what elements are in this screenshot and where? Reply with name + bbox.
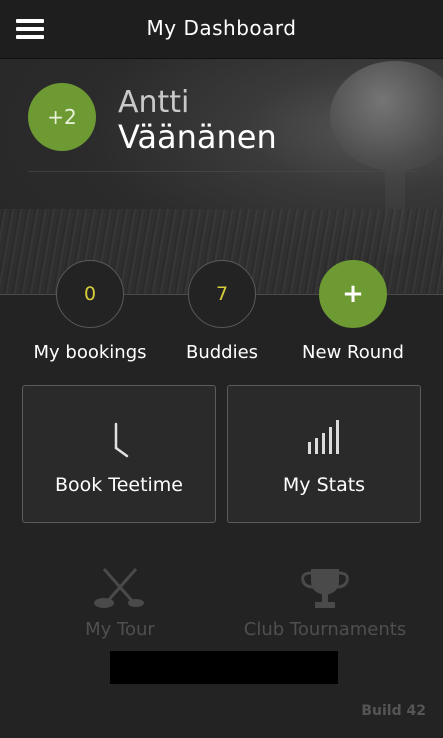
- book-teetime-tile[interactable]: Book Teetime: [22, 385, 216, 523]
- user-last-name: Väänänen: [118, 118, 277, 156]
- my-stats-tile[interactable]: My Stats: [227, 385, 421, 523]
- trophy-icon: [228, 565, 422, 615]
- my-stats-label: My Stats: [282, 474, 366, 496]
- buddies-button[interactable]: 7 Buddies: [157, 260, 287, 363]
- book-teetime-label: Book Teetime: [54, 474, 183, 496]
- my-bookings-label: My bookings: [33, 342, 147, 363]
- buddies-label: Buddies: [185, 342, 259, 363]
- handicap-badge[interactable]: +2: [28, 83, 96, 151]
- my-tour-button[interactable]: My Tour: [60, 565, 180, 640]
- bar-chart-icon: [228, 418, 420, 458]
- divider: [28, 171, 418, 172]
- clock-icon: [23, 418, 215, 458]
- golf-ball-background: [330, 61, 443, 171]
- club-tournaments-button[interactable]: Club Tournaments: [228, 565, 422, 640]
- build-number: Build 42: [361, 703, 426, 719]
- new-round-button[interactable]: + New Round: [288, 260, 418, 363]
- my-tour-label: My Tour: [85, 619, 155, 640]
- my-bookings-button[interactable]: 0 My bookings: [25, 260, 155, 363]
- user-first-name: Antti: [118, 85, 190, 120]
- page-title: My Dashboard: [146, 16, 297, 40]
- club-tournaments-label: Club Tournaments: [243, 619, 407, 640]
- plus-icon: +: [319, 260, 387, 328]
- new-round-label: New Round: [302, 342, 404, 363]
- buddies-count: 7: [188, 260, 256, 328]
- golf-clubs-icon: [60, 565, 180, 615]
- redacted-area: [110, 651, 338, 684]
- bookings-count: 0: [56, 260, 124, 328]
- top-bar: My Dashboard: [0, 0, 443, 59]
